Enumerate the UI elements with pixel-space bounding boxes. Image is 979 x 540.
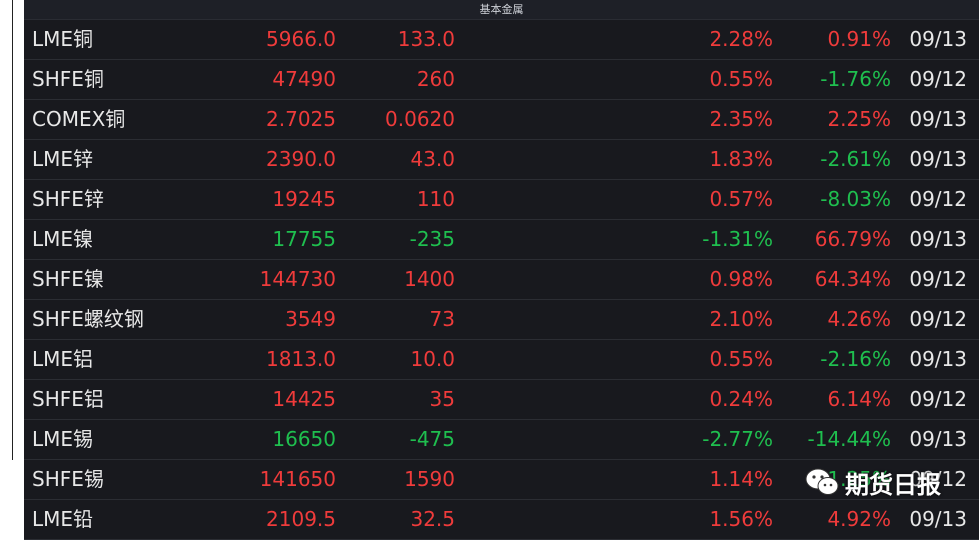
quote-date: 09/13	[909, 147, 967, 171]
commodity-name: SHFE螺纹钢	[32, 307, 144, 331]
change-percent: 0.55%	[709, 67, 773, 91]
table-row[interactable]: LME铜 5966.0 133.0 2.28% 0.91% 09/13	[24, 20, 979, 60]
change-value: 1400	[404, 267, 455, 291]
table-header: 基本金属	[24, 0, 979, 20]
wechat-icon	[805, 468, 839, 496]
commodity-name: SHFE镍	[32, 267, 104, 291]
price-value: 16650	[272, 427, 336, 451]
price-value: 144730	[259, 267, 336, 291]
change-value: 43.0	[410, 147, 455, 171]
commodity-name: SHFE铝	[32, 387, 104, 411]
price-value: 2109.5	[266, 507, 336, 531]
quote-date: 09/13	[909, 227, 967, 251]
change-percent: 1.56%	[709, 507, 773, 531]
period-change-percent: 64.34%	[814, 267, 891, 291]
watermark-text: 期货日报	[845, 470, 941, 499]
quote-date: 09/12	[909, 307, 967, 331]
price-value: 19245	[272, 187, 336, 211]
change-value: 260	[416, 67, 455, 91]
table-row[interactable]: SHFE螺纹钢 3549 73 2.10% 4.26% 09/12	[24, 300, 979, 340]
quote-date: 09/13	[909, 427, 967, 451]
table-row[interactable]: SHFE铜 47490 260 0.55% -1.76% 09/12	[24, 60, 979, 100]
change-percent: 0.57%	[709, 187, 773, 211]
change-percent: -1.31%	[702, 227, 773, 251]
commodity-name: LME锌	[32, 147, 94, 171]
price-value: 2390.0	[266, 147, 336, 171]
quote-date: 09/13	[909, 107, 967, 131]
commodity-name: SHFE锡	[32, 467, 104, 491]
price-value: 2.7025	[266, 107, 336, 131]
price-value: 5966.0	[266, 27, 336, 51]
commodity-name: LME铜	[32, 27, 94, 51]
change-value: 73	[429, 307, 455, 331]
price-value: 3549	[285, 307, 336, 331]
change-percent: 2.28%	[709, 27, 773, 51]
change-value: 1590	[404, 467, 455, 491]
period-change-percent: 6.14%	[827, 387, 891, 411]
table-row[interactable]: SHFE铝 14425 35 0.24% 6.14% 09/12	[24, 380, 979, 420]
change-percent: 1.83%	[709, 147, 773, 171]
commodity-name: LME铝	[32, 347, 94, 371]
commodity-name: COMEX铜	[32, 107, 126, 131]
commodity-name: LME镍	[32, 227, 94, 251]
watermark: 期货日报	[805, 460, 941, 504]
table-title: 基本金属	[479, 3, 524, 16]
change-percent: 0.55%	[709, 347, 773, 371]
change-percent: 0.24%	[709, 387, 773, 411]
commodity-name: SHFE铜	[32, 67, 104, 91]
period-change-percent: 0.91%	[827, 27, 891, 51]
period-change-percent: 66.79%	[814, 227, 891, 251]
commodity-name: LME锡	[32, 427, 94, 451]
quote-date: 09/13	[909, 347, 967, 371]
quote-date: 09/12	[909, 267, 967, 291]
change-value: -235	[409, 227, 455, 251]
change-percent: 1.14%	[709, 467, 773, 491]
table-row[interactable]: LME铅 2109.5 32.5 1.56% 4.92% 09/13	[24, 500, 979, 540]
table-row[interactable]: SHFE镍 144730 1400 0.98% 64.34% 09/12	[24, 260, 979, 300]
period-change-percent: 4.26%	[827, 307, 891, 331]
period-change-percent: -14.44%	[807, 427, 891, 451]
price-value: 141650	[259, 467, 336, 491]
left-edge-line	[12, 0, 13, 460]
quote-date: 09/12	[909, 67, 967, 91]
change-value: 133.0	[397, 27, 455, 51]
metals-table-panel: 基本金属 LME铜 5966.0 133.0 2.28% 0.91% 09/13 SHFE铜…	[24, 0, 979, 540]
price-value: 14425	[272, 387, 336, 411]
quote-date: 09/13	[909, 507, 967, 531]
period-change-percent: 4.92%	[827, 507, 891, 531]
change-value: -475	[409, 427, 455, 451]
period-change-percent: -1.76%	[820, 67, 891, 91]
table-row[interactable]: LME铝 1813.0 10.0 0.55% -2.16% 09/13	[24, 340, 979, 380]
table-row[interactable]: LME锡 16650 -475 -2.77% -14.44% 09/13	[24, 420, 979, 460]
change-value: 32.5	[410, 507, 455, 531]
table-row[interactable]: LME锌 2390.0 43.0 1.83% -2.61% 09/13	[24, 140, 979, 180]
commodity-name: SHFE锌	[32, 187, 104, 211]
price-value: 1813.0	[266, 347, 336, 371]
change-percent: 2.35%	[709, 107, 773, 131]
price-value: 47490	[272, 67, 336, 91]
change-value: 0.0620	[385, 107, 455, 131]
table-row[interactable]: COMEX铜 2.7025 0.0620 2.35% 2.25% 09/13	[24, 100, 979, 140]
change-value: 35	[429, 387, 455, 411]
change-percent: -2.77%	[702, 427, 773, 451]
commodity-name: LME铅	[32, 507, 94, 531]
change-value: 10.0	[410, 347, 455, 371]
change-percent: 0.98%	[709, 267, 773, 291]
change-percent: 2.10%	[709, 307, 773, 331]
quote-date: 09/12	[909, 387, 967, 411]
table-row[interactable]: LME镍 17755 -235 -1.31% 66.79% 09/13	[24, 220, 979, 260]
left-margin	[0, 0, 24, 525]
change-value: 110	[416, 187, 455, 211]
quote-date: 09/12	[909, 187, 967, 211]
table-row[interactable]: SHFE锌 19245 110 0.57% -8.03% 09/12	[24, 180, 979, 220]
period-change-percent: -2.16%	[820, 347, 891, 371]
period-change-percent: 2.25%	[827, 107, 891, 131]
period-change-percent: -2.61%	[820, 147, 891, 171]
price-value: 17755	[272, 227, 336, 251]
period-change-percent: -8.03%	[820, 187, 891, 211]
quote-date: 09/13	[909, 27, 967, 51]
